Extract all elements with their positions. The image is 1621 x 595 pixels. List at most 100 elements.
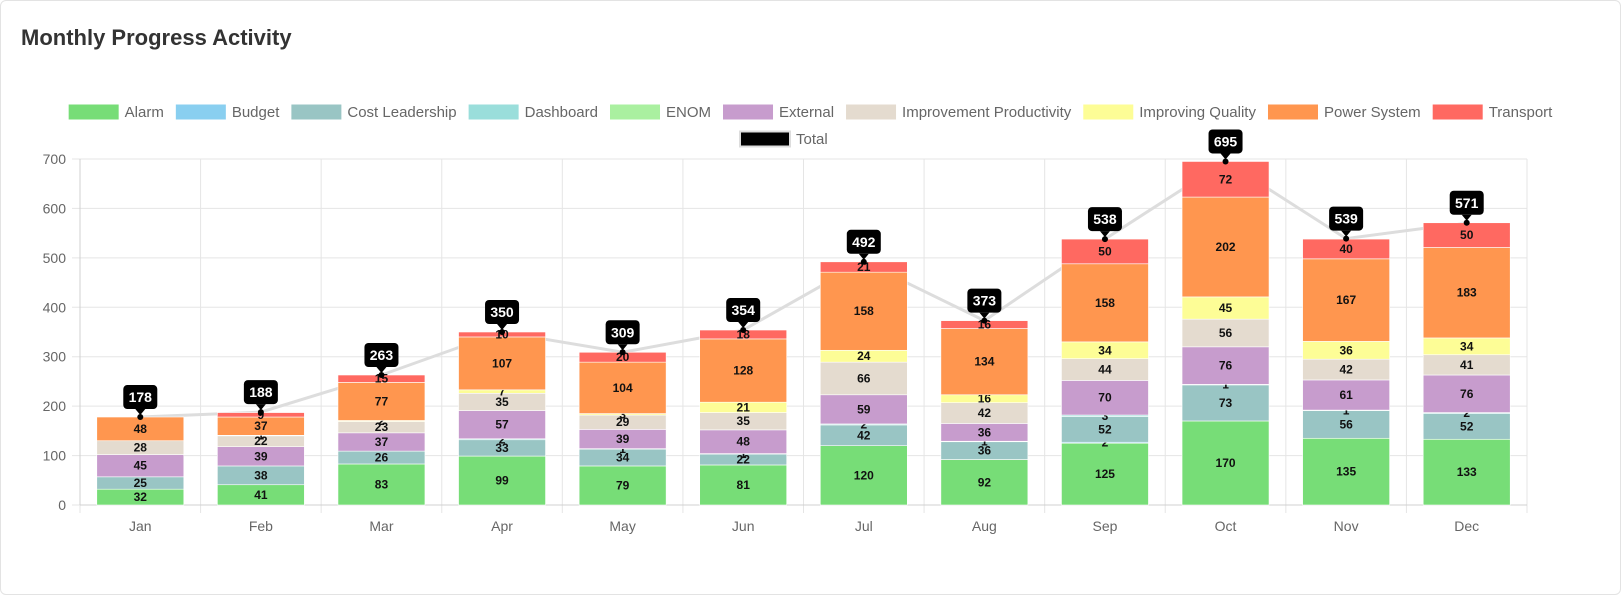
data-label: 42 (1339, 363, 1353, 377)
data-label: 50 (1460, 228, 1474, 242)
x-tick-label: Nov (1334, 518, 1359, 534)
data-label: 107 (492, 356, 512, 370)
legend-label: Alarm (125, 104, 164, 121)
data-label: 99 (495, 474, 509, 488)
legend-item-improving-quality[interactable]: Improving Quality (1083, 104, 1256, 121)
bar-stack-dec: 13352276413418350 (1422, 222, 1511, 506)
data-label: 158 (854, 304, 874, 318)
total-label: 263 (370, 347, 394, 363)
y-tick-label: 200 (43, 398, 67, 414)
data-label: 202 (1216, 240, 1236, 254)
legend-swatch (723, 104, 774, 120)
total-label: 492 (852, 234, 876, 250)
data-label: 81 (737, 478, 751, 492)
data-label: 48 (134, 422, 148, 436)
data-label: 34 (1460, 339, 1474, 353)
total-label: 188 (249, 384, 273, 400)
legend-item-transport[interactable]: Transport (1432, 104, 1553, 121)
legend-item-improvement-productivity[interactable]: Improvement Productivity (846, 104, 1072, 121)
x-tick-label: Jul (855, 518, 873, 534)
legend-label: Power System (1324, 104, 1421, 121)
legend-item-cost-leadership[interactable]: Cost Leadership (291, 104, 457, 121)
total-callout-pointer (1461, 214, 1472, 221)
data-label: 41 (1460, 358, 1474, 372)
legend-item-dashboard[interactable]: Dashboard (468, 104, 598, 121)
data-label: 34 (1098, 343, 1112, 357)
data-label: 28 (134, 441, 148, 455)
legend-swatch (739, 130, 791, 148)
data-label: 59 (857, 402, 871, 416)
y-tick-label: 100 (43, 448, 67, 464)
data-label: 83 (375, 477, 389, 491)
data-label: 70 (1098, 391, 1112, 405)
bar-stack-nov: 13556161423616740 (1302, 238, 1390, 506)
legend-item-budget[interactable]: Budget (175, 104, 280, 121)
x-tick-label: Apr (491, 518, 513, 534)
total-label: 695 (1214, 133, 1238, 149)
data-label: 26 (375, 451, 389, 465)
data-label: 39 (616, 432, 630, 446)
data-label: 170 (1216, 456, 1236, 470)
data-label: 56 (1219, 326, 1233, 340)
data-label: 45 (1219, 301, 1233, 315)
data-label: 57 (495, 418, 509, 432)
bar-stack-oct: 17073176564520272 (1181, 161, 1270, 506)
y-tick-label: 700 (43, 151, 67, 167)
legend-label: Transport (1489, 104, 1553, 121)
legend-item-external[interactable]: External (723, 104, 834, 121)
legend-swatch (1083, 104, 1134, 120)
data-label: 120 (854, 468, 874, 482)
data-label: 48 (737, 435, 751, 449)
data-label: 77 (375, 394, 389, 408)
data-label: 44 (1098, 363, 1112, 377)
stacked-bar-chart: 0 100 200 300 400 500 600 700 Jan Feb Mar Apr May Jun… (43, 104, 1554, 534)
x-tick-label: Oct (1215, 518, 1237, 534)
y-tick-label: 300 (43, 349, 67, 365)
data-label: 133 (1457, 465, 1477, 479)
data-label: 56 (1339, 417, 1353, 431)
legend-swatch (291, 104, 342, 120)
x-tick-label: Mar (369, 518, 393, 534)
data-label: 32 (134, 490, 148, 504)
data-label: 66 (857, 371, 871, 385)
legend-swatch (1267, 104, 1318, 120)
total-label: 539 (1334, 211, 1358, 227)
x-tick-label: Sep (1092, 518, 1117, 534)
legend-swatch (846, 104, 897, 120)
y-tick-label: 400 (43, 299, 67, 315)
data-label: 39 (254, 449, 268, 463)
bar-stack-mar: 8326372327715 (337, 372, 426, 506)
bar-stack-apr: 993325735710710 (458, 327, 546, 506)
y-tick-label: 500 (43, 250, 67, 266)
data-label: 35 (737, 414, 751, 428)
x-tick-label: Jun (732, 518, 755, 534)
legend-swatch (175, 104, 226, 120)
x-tick-label: Feb (249, 518, 273, 534)
bar-stack-jul: 12042259662415821 (819, 260, 908, 506)
total-label: 571 (1455, 195, 1479, 211)
data-label: 72 (1219, 172, 1233, 186)
data-label: 73 (1219, 396, 1233, 410)
total-label: 309 (611, 324, 635, 340)
legend-swatch (1432, 104, 1483, 120)
legend-label: Dashboard (525, 104, 598, 121)
legend-item-total[interactable]: Total (739, 130, 828, 148)
data-label: 42 (978, 406, 992, 420)
legend-swatch (68, 104, 119, 120)
data-label: 125 (1095, 467, 1115, 481)
legend-label: ENOM (666, 104, 711, 121)
data-label: 41 (254, 488, 268, 502)
bar-stack-jun: 8122148352112818 (699, 327, 788, 506)
legend-item-alarm[interactable]: Alarm (68, 104, 164, 121)
legend-swatch (610, 104, 661, 120)
data-label: 128 (733, 364, 753, 378)
data-label: 38 (254, 468, 268, 482)
data-label: 24 (857, 349, 871, 363)
data-label: 25 (134, 476, 148, 490)
legend-item-enom[interactable]: ENOM (610, 104, 711, 121)
legend-item-power-system[interactable]: Power System (1267, 104, 1421, 121)
data-label: 183 (1457, 286, 1477, 300)
legend-label: Improvement Productivity (902, 104, 1072, 121)
bar-stack-may: 793413929310420 (578, 350, 667, 506)
data-label: 92 (978, 475, 992, 489)
